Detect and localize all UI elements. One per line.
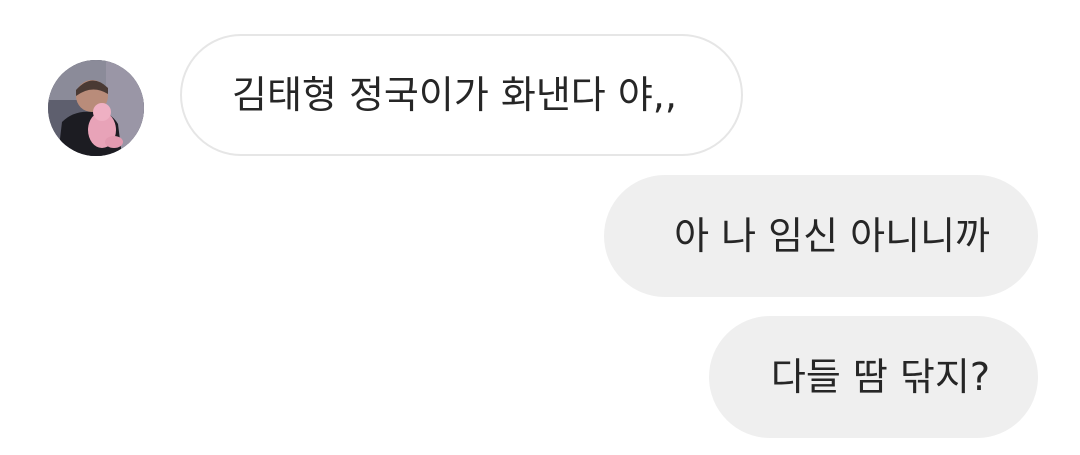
message-text: 다들 땀 닦지?: [770, 355, 990, 399]
sent-message-bubble[interactable]: 아 나 임신 아니니까: [604, 175, 1038, 297]
sent-message-bubble[interactable]: 다들 땀 닦지?: [709, 316, 1038, 438]
message-text: 김태형 정국이가 화낸다 야,,: [232, 73, 677, 117]
received-message-bubble[interactable]: 김태형 정국이가 화낸다 야,,: [180, 34, 743, 156]
avatar[interactable]: [48, 60, 144, 156]
message-text: 아 나 임신 아니니까: [674, 214, 990, 258]
chat-thread: 김태형 정국이가 화낸다 야,, 아 나 임신 아니니까 다들 땀 닦지?: [0, 0, 1080, 455]
profile-photo-icon: [48, 60, 144, 156]
